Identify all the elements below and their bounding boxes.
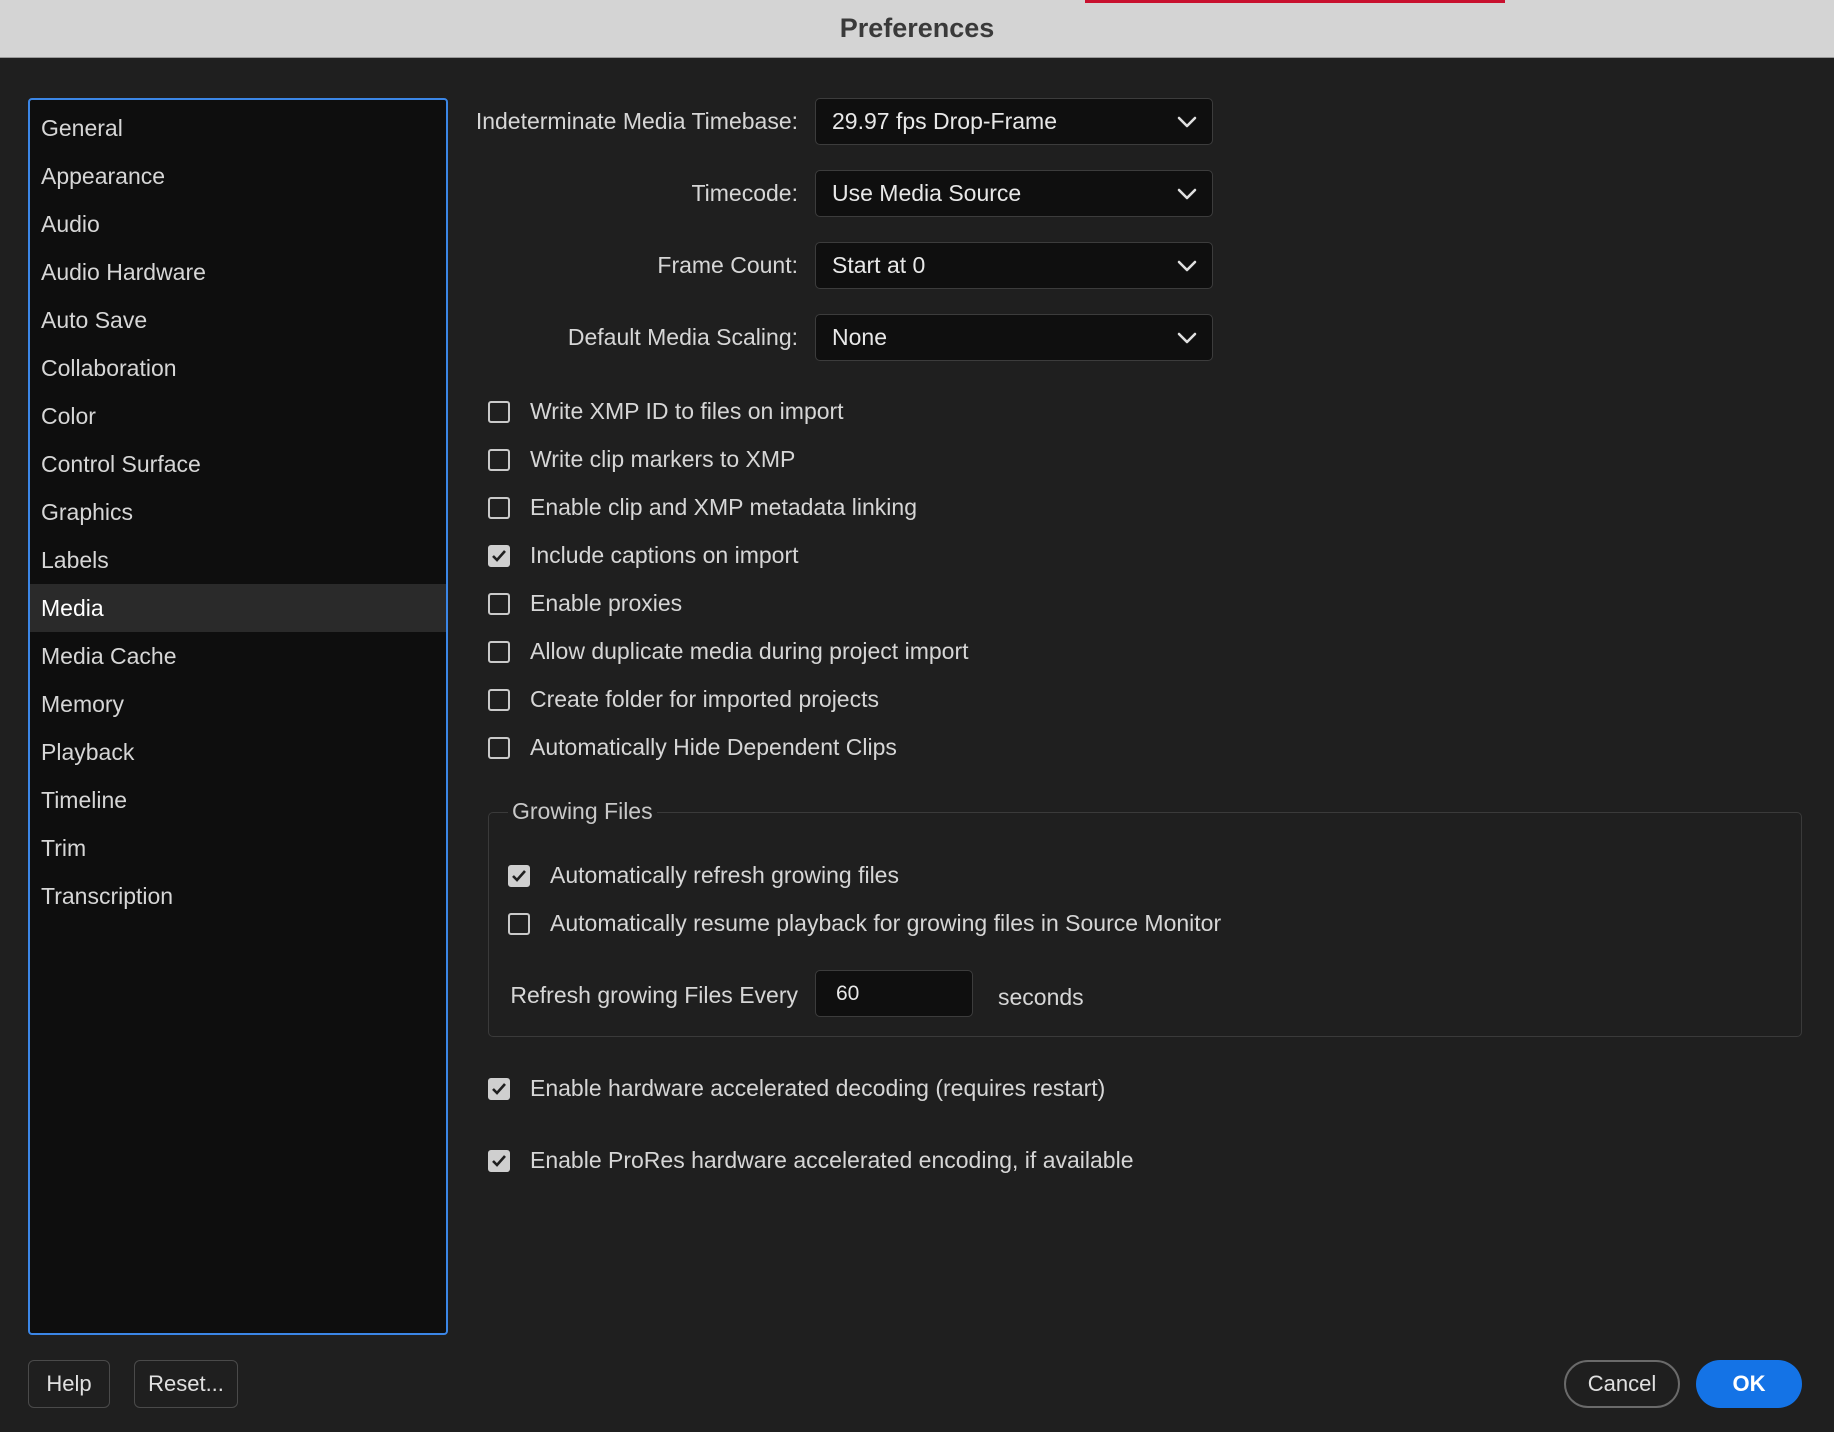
timebase-label: Indeterminate Media Timebase: [475,108,798,134]
sidebar-item-graphics[interactable]: Graphics [30,488,446,536]
write-clip-markers-checkbox[interactable] [488,448,510,471]
timecode-value: Use Media Source [832,180,1022,206]
chevron-down-icon [1177,188,1197,200]
checkmark-icon [512,869,526,882]
hw-decoding-label: Enable hardware accelerated decoding (re… [530,1075,1106,1101]
ok-button[interactable]: OK [1696,1360,1802,1408]
checkbox-row[interactable]: Automatically Hide Dependent Clips [488,734,897,761]
chevron-down-icon [1177,332,1197,344]
growing-files-legend: Growing Files [508,798,657,825]
checkbox-row[interactable]: Automatically resume playback for growin… [508,910,1221,937]
create-folder-checkbox[interactable] [488,688,510,711]
sidebar-item-timeline[interactable]: Timeline [30,776,446,824]
hide-dependent-clips-label: Automatically Hide Dependent Clips [530,734,897,760]
enable-proxies-checkbox[interactable] [488,592,510,615]
sidebar-item-media[interactable]: Media [30,584,446,632]
checkbox-row[interactable]: Create folder for imported projects [488,686,879,713]
create-folder-label: Create folder for imported projects [530,686,879,712]
sidebar-item-appearance[interactable]: Appearance [30,152,446,200]
sidebar-item-trim[interactable]: Trim [30,824,446,872]
auto-resume-playback-checkbox[interactable] [508,912,530,935]
cancel-button[interactable]: Cancel [1564,1360,1680,1408]
chevron-down-icon [1177,116,1197,128]
sidebar-item-memory[interactable]: Memory [30,680,446,728]
timecode-label: Timecode: [691,180,798,206]
scaling-dropdown[interactable]: None [815,314,1213,361]
checkbox-row[interactable]: Enable clip and XMP metadata linking [488,494,917,521]
checkbox-row[interactable]: Automatically refresh growing files [508,862,899,889]
checkbox-row[interactable]: Write XMP ID to files on import [488,398,844,425]
allow-duplicate-media-label: Allow duplicate media during project imp… [530,638,969,664]
refresh-interval-label: Refresh growing Files Every [510,982,798,1008]
write-xmp-id-checkbox[interactable] [488,400,510,423]
checkbox-row[interactable]: Enable hardware accelerated decoding (re… [488,1075,1105,1102]
write-clip-markers-label: Write clip markers to XMP [530,446,796,472]
sidebar-item-transcription[interactable]: Transcription [30,872,446,920]
checkbox-row[interactable]: Enable ProRes hardware accelerated encod… [488,1147,1133,1174]
window-title: Preferences [839,13,995,43]
checkmark-icon [492,1154,506,1167]
sidebar-item-labels[interactable]: Labels [30,536,446,584]
reset-button[interactable]: Reset... [134,1360,238,1408]
sidebar-item-collaboration[interactable]: Collaboration [30,344,446,392]
frame-count-value: Start at 0 [832,252,926,278]
checkbox-row[interactable]: Allow duplicate media during project imp… [488,638,969,665]
sidebar-item-color[interactable]: Color [30,392,446,440]
checkbox-row[interactable]: Write clip markers to XMP [488,446,795,473]
checkbox-row[interactable]: Include captions on import [488,542,799,569]
auto-refresh-growing-label: Automatically refresh growing files [550,862,899,888]
enable-proxies-label: Enable proxies [530,590,683,616]
prores-encoding-label: Enable ProRes hardware accelerated encod… [530,1147,1134,1173]
refresh-unit-label: seconds [998,984,1084,1010]
chevron-down-icon [1177,260,1197,272]
prores-encoding-checkbox[interactable] [488,1149,510,1172]
hw-decoding-checkbox[interactable] [488,1077,510,1100]
checkmark-icon [492,549,506,562]
help-button[interactable]: Help [28,1360,110,1408]
sidebar-item-control-surface[interactable]: Control Surface [30,440,446,488]
timecode-dropdown[interactable]: Use Media Source [815,170,1213,217]
include-captions-label: Include captions on import [530,542,799,568]
title-accent-strip [1085,0,1505,3]
frame-count-label: Frame Count: [657,252,798,278]
sidebar-item-audio-hardware[interactable]: Audio Hardware [30,248,446,296]
sidebar-item-auto-save[interactable]: Auto Save [30,296,446,344]
checkmark-icon [492,1082,506,1095]
sidebar-item-playback[interactable]: Playback [30,728,446,776]
sidebar-item-audio[interactable]: Audio [30,200,446,248]
timebase-dropdown[interactable]: 29.97 fps Drop-Frame [815,98,1213,145]
auto-refresh-growing-checkbox[interactable] [508,864,530,887]
allow-duplicate-media-checkbox[interactable] [488,640,510,663]
frame-count-dropdown[interactable]: Start at 0 [815,242,1213,289]
metadata-linking-label: Enable clip and XMP metadata linking [530,494,917,520]
auto-resume-playback-label: Automatically resume playback for growin… [550,910,1222,936]
metadata-linking-checkbox[interactable] [488,496,510,519]
checkbox-row[interactable]: Enable proxies [488,590,682,617]
sidebar-item-general[interactable]: General [30,104,446,152]
scaling-label: Default Media Scaling: [567,324,798,350]
include-captions-checkbox[interactable] [488,544,510,567]
hide-dependent-clips-checkbox[interactable] [488,736,510,759]
scaling-value: None [832,324,887,350]
timebase-value: 29.97 fps Drop-Frame [832,108,1057,134]
sidebar-item-media-cache[interactable]: Media Cache [30,632,446,680]
refresh-interval-input[interactable] [815,970,973,1017]
title-bar: Preferences [0,0,1834,58]
write-xmp-id-label: Write XMP ID to files on import [530,398,844,424]
preferences-category-list[interactable]: General Appearance Audio Audio Hardware … [28,98,448,1335]
